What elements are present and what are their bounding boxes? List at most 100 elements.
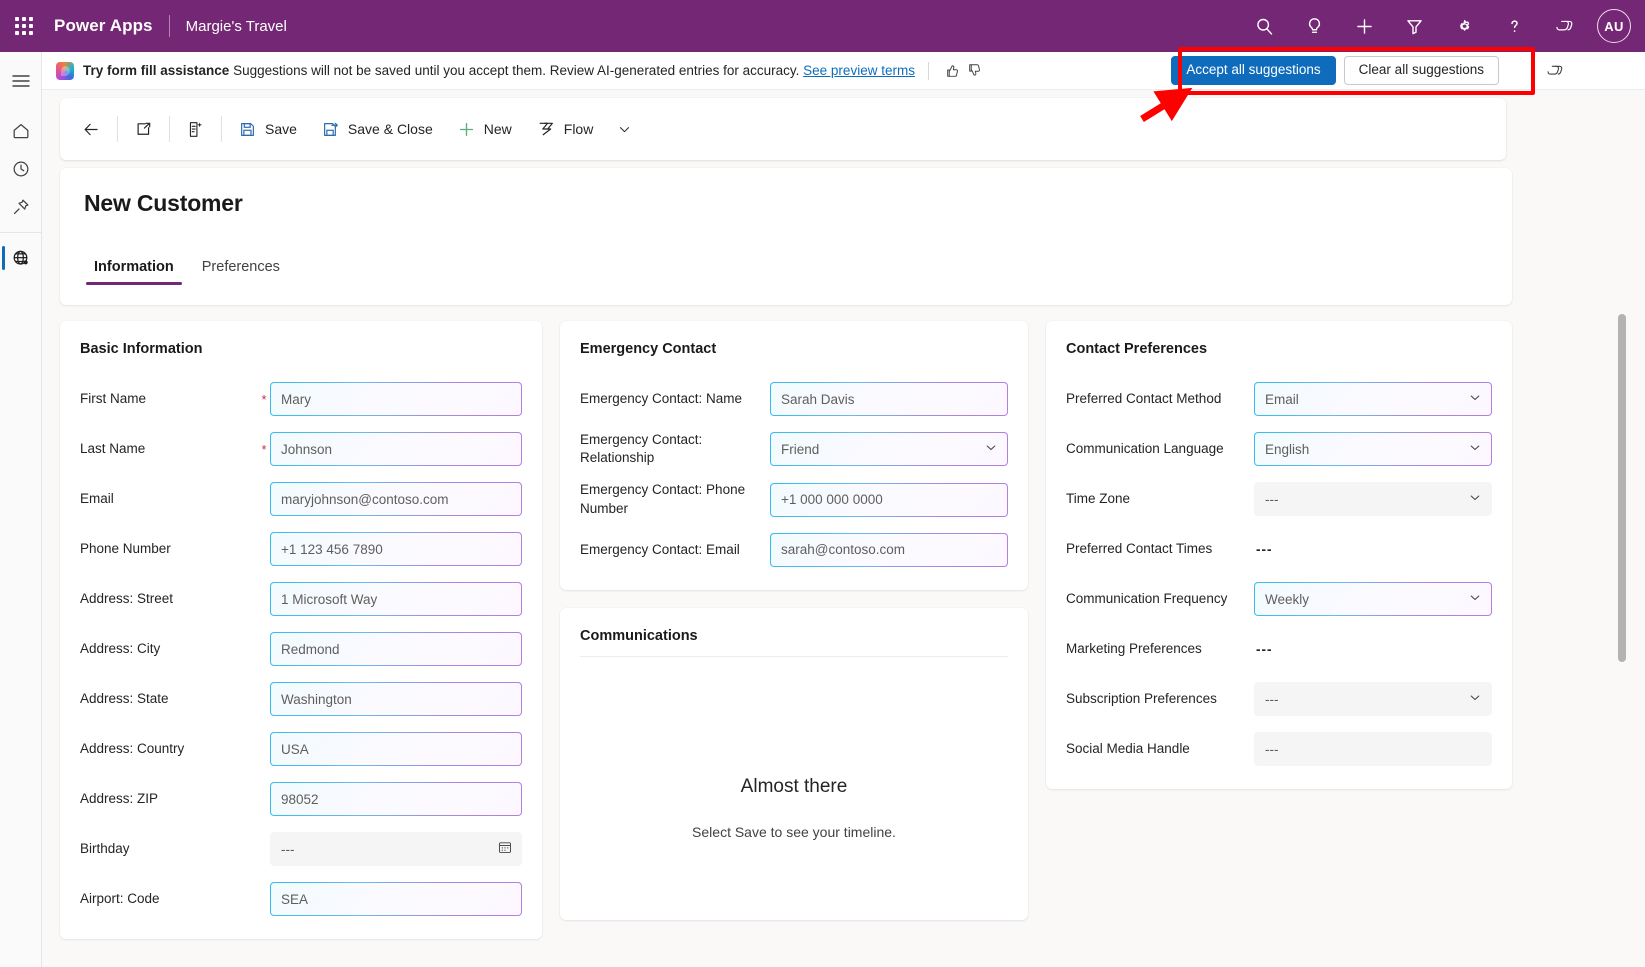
input-first-name[interactable]: Mary [270, 382, 522, 416]
card-title-contact-preferences: Contact Preferences [1066, 341, 1492, 357]
thumbs-down-button[interactable] [964, 60, 986, 82]
field-row-emergency-name: Emergency Contact: Name Sarah Davis [580, 381, 1008, 417]
label-last-name: Last Name [80, 440, 258, 458]
field-row-emergency-phone: Emergency Contact: Phone Number +1 000 0… [580, 481, 1008, 517]
card-title-basic-information: Basic Information [80, 341, 522, 357]
copilot-panel-icon [1545, 61, 1565, 81]
search-button[interactable] [1239, 0, 1289, 52]
input-emergency-phone[interactable]: +1 000 000 0000 [770, 483, 1008, 517]
chevron-down-icon [1468, 441, 1482, 458]
input-last-name[interactable]: Johnson [270, 432, 522, 466]
chevron-down-icon [617, 122, 632, 137]
select-communication-frequency[interactable]: Weekly [1254, 582, 1492, 616]
chevron-down-icon [1468, 391, 1482, 408]
value-address-street: 1 Microsoft Way [281, 592, 377, 607]
input-birthday[interactable]: --- [270, 832, 522, 866]
app-launcher-button[interactable] [0, 0, 48, 52]
value-time-zone: --- [1265, 492, 1279, 507]
sidebar-item-pinned[interactable] [0, 188, 42, 226]
input-social-media-handle[interactable]: --- [1254, 732, 1492, 766]
header-actions: AU [1239, 0, 1645, 52]
sidebar-item-recent[interactable] [0, 150, 42, 188]
required-indicator: * [258, 392, 270, 407]
input-address-city[interactable]: Redmond [270, 632, 522, 666]
brand-title[interactable]: Power Apps [54, 16, 153, 36]
card-title-communications: Communications [580, 628, 1008, 657]
input-emergency-email[interactable]: sarah@contoso.com [770, 533, 1008, 567]
field-row-address-state: Address: State Washington [80, 681, 522, 717]
label-emergency-email: Emergency Contact: Email [580, 541, 770, 559]
input-address-state[interactable]: Washington [270, 682, 522, 716]
sidebar-item-globe[interactable] [0, 239, 42, 277]
label-phone-number: Phone Number [80, 540, 258, 558]
input-airport-code[interactable]: SEA [270, 882, 522, 916]
input-email[interactable]: maryjohnson@contoso.com [270, 482, 522, 516]
see-preview-terms-link[interactable]: See preview terms [803, 63, 915, 78]
thumbs-up-button[interactable] [942, 60, 964, 82]
empty-state-title: Almost there [560, 776, 1028, 798]
open-in-new-window-button[interactable] [122, 109, 165, 149]
new-record-button[interactable] [1339, 0, 1389, 52]
left-navigation-rail [0, 52, 42, 967]
vertical-scrollbar[interactable] [1618, 294, 1626, 967]
form-fill-assistance-banner: Try form fill assistance Suggestions wil… [42, 52, 1537, 90]
flow-button[interactable]: Flow [524, 109, 606, 149]
field-row-emergency-relationship: Emergency Contact: Relationship Friend [580, 431, 1008, 467]
required-indicator: * [258, 442, 270, 457]
accept-all-suggestions-button[interactable]: Accept all suggestions [1171, 56, 1335, 85]
lightbulb-icon [1304, 16, 1325, 37]
user-avatar[interactable]: AU [1597, 9, 1631, 43]
tab-preferences[interactable]: Preferences [192, 253, 290, 285]
sidebar-item-menu[interactable] [0, 62, 42, 100]
gear-icon [1454, 16, 1475, 37]
save-and-close-button[interactable]: Save & Close [309, 109, 445, 149]
column-contact-preferences: Contact Preferences Preferred Contact Me… [1046, 321, 1512, 789]
form-content: New Customer Information Preferences Bas… [60, 168, 1512, 967]
sidebar-item-home[interactable] [0, 112, 42, 150]
form-fill-assist-button[interactable] [174, 109, 217, 149]
select-time-zone[interactable]: --- [1254, 482, 1492, 516]
clear-all-suggestions-button[interactable]: Clear all suggestions [1344, 56, 1499, 85]
input-emergency-name[interactable]: Sarah Davis [770, 382, 1008, 416]
select-preferred-contact-method[interactable]: Email [1254, 382, 1492, 416]
select-emergency-relationship[interactable]: Friend [770, 432, 1008, 466]
input-address-zip[interactable]: 98052 [270, 782, 522, 816]
timeline-empty-state: Almost there Select Save to see your tim… [560, 776, 1028, 840]
banner-body: Suggestions will not be saved until you … [233, 63, 799, 78]
label-airport-code: Airport: Code [80, 890, 258, 908]
input-phone-number[interactable]: +1 123 456 7890 [270, 532, 522, 566]
label-emergency-phone: Emergency Contact: Phone Number [580, 481, 770, 517]
flow-dropdown-button[interactable] [605, 109, 644, 149]
copilot-panel-toggle[interactable] [1537, 52, 1645, 90]
calendar-icon [497, 840, 513, 859]
select-communication-language[interactable]: English [1254, 432, 1492, 466]
save-button[interactable]: Save [226, 109, 309, 149]
filter-button[interactable] [1389, 0, 1439, 52]
label-preferred-contact-times: Preferred Contact Times [1066, 540, 1254, 558]
card-title-emergency-contact: Emergency Contact [580, 341, 1008, 357]
value-email: maryjohnson@contoso.com [281, 492, 449, 507]
clock-icon [11, 159, 31, 179]
new-button[interactable]: New [445, 109, 524, 149]
app-name-label[interactable]: Margie's Travel [186, 18, 287, 35]
field-row-subscription-preferences: Subscription Preferences --- [1066, 681, 1492, 717]
home-icon [11, 121, 31, 141]
scrollbar-thumb[interactable] [1618, 314, 1626, 662]
chevron-down-icon [1468, 491, 1482, 508]
field-row-preferred-contact-times: Preferred Contact Times --- [1066, 531, 1492, 567]
copilot-button[interactable] [1539, 0, 1589, 52]
label-time-zone: Time Zone [1066, 490, 1254, 508]
input-address-street[interactable]: 1 Microsoft Way [270, 582, 522, 616]
filter-icon [1404, 16, 1425, 37]
help-button[interactable] [1489, 0, 1539, 52]
field-row-address-street: Address: Street 1 Microsoft Way [80, 581, 522, 617]
insights-button[interactable] [1289, 0, 1339, 52]
tab-information[interactable]: Information [84, 253, 184, 285]
value-preferred-contact-times: --- [1254, 542, 1492, 557]
select-subscription-preferences[interactable]: --- [1254, 682, 1492, 716]
input-address-country[interactable]: USA [270, 732, 522, 766]
save-and-close-label: Save & Close [348, 121, 433, 137]
back-button[interactable] [70, 109, 113, 149]
settings-button[interactable] [1439, 0, 1489, 52]
globe-icon [11, 248, 31, 268]
